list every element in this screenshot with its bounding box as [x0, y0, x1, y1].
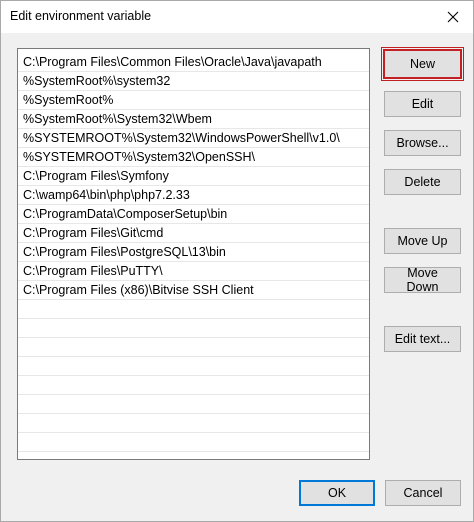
move-down-button[interactable]: Move Down	[384, 266, 461, 294]
delete-button[interactable]: Delete	[384, 169, 461, 195]
empty-list-row[interactable]	[18, 338, 369, 357]
path-list-item[interactable]: C:\wamp64\bin\php\php7.2.33	[18, 186, 369, 205]
cancel-button[interactable]: Cancel	[385, 480, 461, 506]
close-icon	[447, 11, 459, 23]
path-list-item[interactable]: C:\Program Files\Common Files\Oracle\Jav…	[18, 53, 369, 72]
path-list-item[interactable]: %SYSTEMROOT%\System32\OpenSSH\	[18, 148, 369, 167]
path-list-item[interactable]: C:\Program Files\Git\cmd	[18, 224, 369, 243]
path-list-item[interactable]: C:\Program Files\PostgreSQL\13\bin	[18, 243, 369, 262]
title-bar: Edit environment variable	[1, 1, 473, 33]
empty-list-row[interactable]	[18, 357, 369, 376]
close-button[interactable]	[433, 1, 473, 33]
path-rows: C:\Program Files\Common Files\Oracle\Jav…	[18, 53, 369, 452]
path-list-item[interactable]: %SystemRoot%	[18, 91, 369, 110]
empty-list-row[interactable]	[18, 414, 369, 433]
path-list-item[interactable]: C:\Program Files (x86)\Bitvise SSH Clien…	[18, 281, 369, 300]
edit-text-button[interactable]: Edit text...	[384, 326, 461, 352]
empty-list-row[interactable]	[18, 376, 369, 395]
path-list-item[interactable]: C:\Program Files\PuTTY\	[18, 262, 369, 281]
edit-environment-variable-dialog: Edit environment variable C:\Program Fil…	[0, 0, 474, 522]
empty-list-row[interactable]	[18, 395, 369, 414]
edit-button[interactable]: Edit	[384, 91, 461, 117]
path-list-item[interactable]: C:\ProgramData\ComposerSetup\bin	[18, 205, 369, 224]
browse-button[interactable]: Browse...	[384, 130, 461, 156]
new-button[interactable]: New	[381, 47, 464, 81]
window-title: Edit environment variable	[10, 9, 152, 23]
move-up-button[interactable]: Move Up	[384, 228, 461, 254]
path-list-item[interactable]: %SYSTEMROOT%\System32\WindowsPowerShell\…	[18, 129, 369, 148]
path-list-item[interactable]: C:\Program Files\Symfony	[18, 167, 369, 186]
empty-list-row[interactable]	[18, 433, 369, 452]
ok-button[interactable]: OK	[299, 480, 375, 506]
path-list-item[interactable]: %SystemRoot%\System32\Wbem	[18, 110, 369, 129]
empty-list-row[interactable]	[18, 319, 369, 338]
path-list[interactable]: C:\Program Files\Common Files\Oracle\Jav…	[17, 48, 370, 460]
path-list-item[interactable]: %SystemRoot%\system32	[18, 72, 369, 91]
empty-list-row[interactable]	[18, 300, 369, 319]
